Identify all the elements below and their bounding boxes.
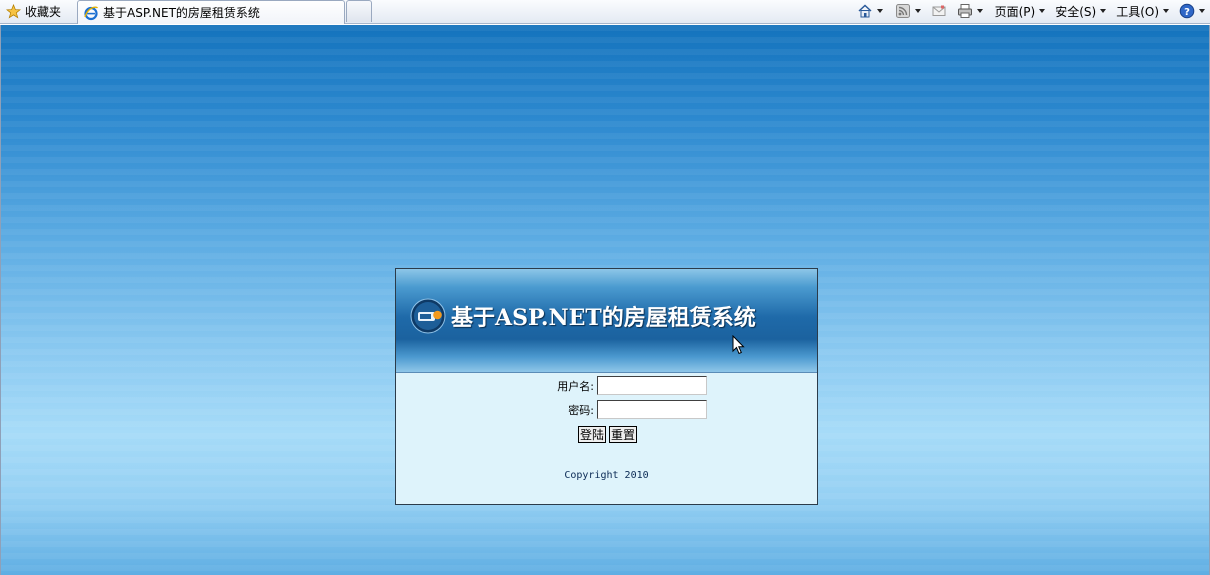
login-panel: 基于ASP.NET的房屋租赁系统 用户名: 密码: 登陆 重置 Copyrigh… (395, 268, 818, 505)
mail-button[interactable] (928, 1, 950, 21)
command-buttons: 页面(P) 安全(S) 工具(O) ? (854, 1, 1208, 21)
reset-button[interactable]: 重置 (609, 426, 638, 443)
chevron-down-icon (1100, 9, 1107, 13)
copyright-text: Copyright 2010 (564, 470, 649, 481)
home-icon (858, 4, 872, 18)
favorites-label: 收藏夹 (25, 4, 62, 19)
home-button[interactable] (854, 1, 886, 21)
browser-tab-active[interactable]: 基于ASP.NET的房屋租赁系统 (77, 0, 345, 24)
chevron-down-icon (1199, 9, 1205, 13)
safety-menu[interactable]: 安全(S) (1052, 1, 1109, 21)
login-button[interactable]: 登陆 (578, 426, 607, 443)
username-row: 用户名: (546, 376, 707, 395)
safety-menu-label: 安全(S) (1055, 4, 1097, 19)
page-background: 基于ASP.NET的房屋租赁系统 用户名: 密码: 登陆 重置 Copyrigh… (0, 25, 1210, 575)
browser-command-bar: 收藏夹 基于ASP.NET的房屋租赁系统 页面(P) 安全(S) 工具(O) ? (0, 0, 1210, 24)
page-menu-label: 页面(P) (994, 4, 1036, 19)
password-input[interactable] (597, 400, 707, 419)
password-label: 密码: (568, 403, 594, 417)
chevron-down-icon (1163, 9, 1169, 13)
system-title: 基于ASP.NET的房屋租赁系统 (451, 305, 756, 331)
chevron-down-icon (1039, 9, 1046, 13)
print-button[interactable] (954, 1, 986, 21)
mail-icon (932, 5, 946, 16)
tab-title: 基于ASP.NET的房屋租赁系统 (103, 6, 260, 20)
new-tab-button[interactable] (346, 0, 372, 22)
star-icon (6, 3, 21, 18)
chevron-down-icon[interactable] (976, 9, 983, 13)
mouse-cursor-icon (732, 335, 745, 355)
logo-icon (410, 298, 446, 334)
print-icon (957, 4, 972, 18)
username-input[interactable] (597, 376, 707, 395)
favorites-button[interactable]: 收藏夹 (2, 1, 67, 21)
svg-text:?: ? (1184, 7, 1190, 18)
chevron-down-icon[interactable] (914, 9, 921, 13)
login-banner: 基于ASP.NET的房屋租赁系统 (396, 269, 817, 373)
ie-icon (84, 5, 99, 20)
feeds-button[interactable] (892, 1, 924, 21)
username-label: 用户名: (557, 379, 594, 393)
help-icon: ? (1179, 3, 1195, 19)
tools-menu[interactable]: 工具(O) (1113, 1, 1172, 21)
help-button[interactable]: ? (1176, 1, 1208, 21)
button-row: 登陆 重置 (578, 426, 638, 443)
page-menu[interactable]: 页面(P) (992, 1, 1049, 21)
tools-menu-label: 工具(O) (1116, 4, 1159, 19)
rss-icon (895, 4, 910, 18)
password-row: 密码: (546, 400, 707, 419)
chevron-down-icon[interactable] (876, 9, 883, 13)
